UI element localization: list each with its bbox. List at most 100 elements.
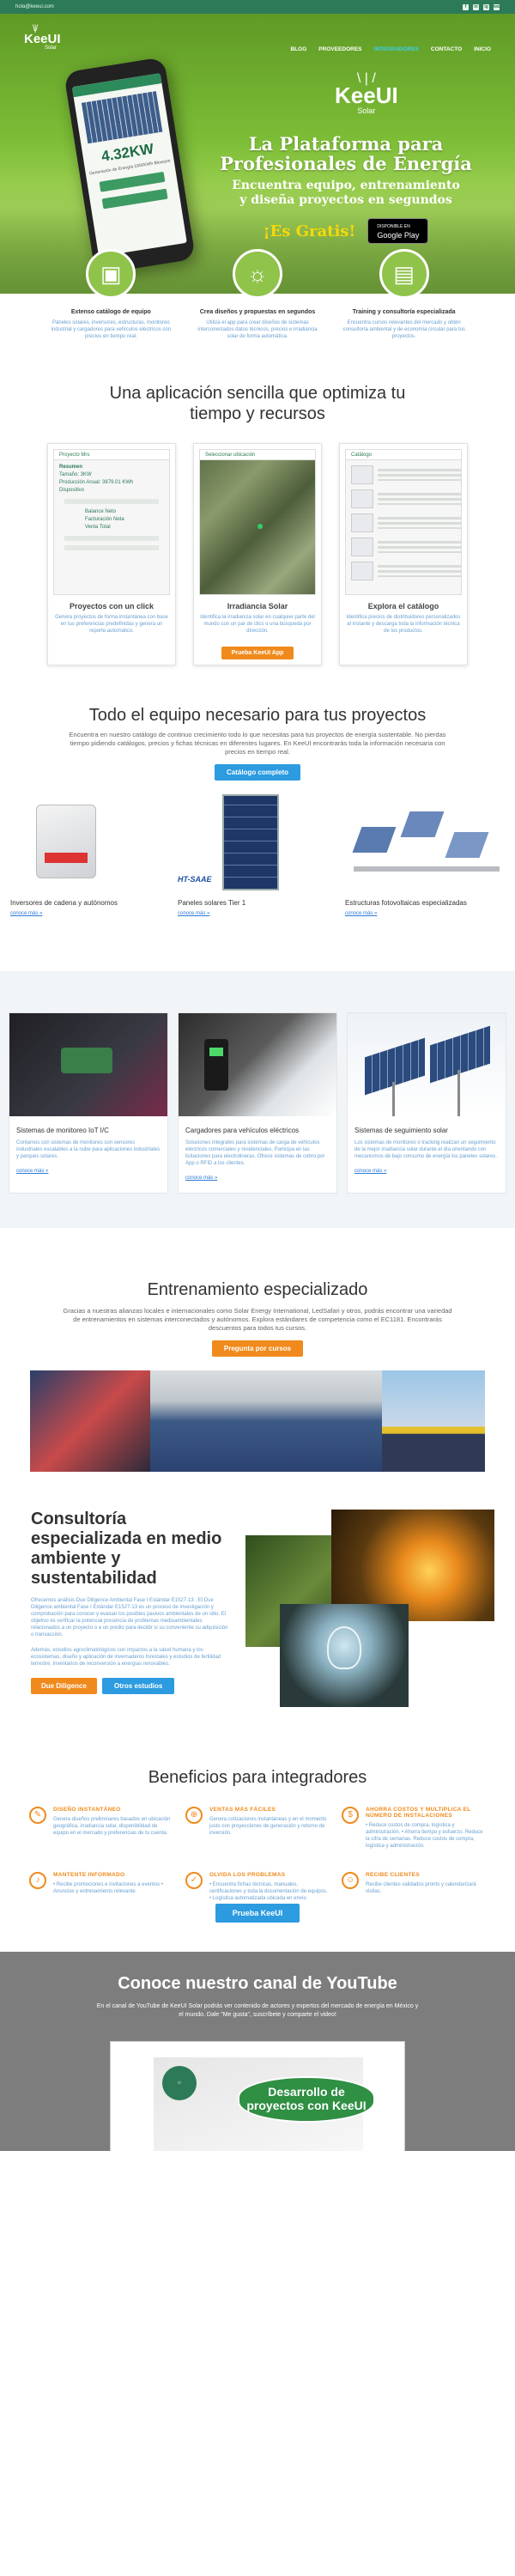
- consulting-title: Consultoría especializada en medio ambie…: [31, 1510, 222, 1588]
- training-photo-2: [150, 1370, 382, 1472]
- feature-text: Utiliza el app para crear diseños de sis…: [197, 320, 318, 339]
- try-app-button[interactable]: Prueba KeeUI App: [221, 647, 294, 659]
- card-title: Sistemas de monitoreo IoT I/C: [16, 1127, 109, 1134]
- main-nav: \|/ KeeUI Solar BLOG PROVEEDORES INTEGRA…: [0, 14, 515, 67]
- benefit-list: ✎ DISEÑO INSTANTÁNEO Genera diseños preli…: [0, 1807, 515, 1902]
- app-card-title: Proyectos con un click: [69, 602, 154, 611]
- logo-sub: Solar: [45, 46, 58, 51]
- youtube-section: Conoce nuestro canal de YouTube En el ca…: [0, 1952, 515, 2151]
- instagram-icon[interactable]: ig: [483, 3, 489, 10]
- equipment-section: Todo el equipo necesario para tus proyec…: [0, 705, 515, 916]
- feature-title: Training y consultoría especializada: [352, 309, 456, 315]
- app-screen-title: Proyecto Mrs: [54, 450, 169, 460]
- hero-title-1: La Plataforma para: [248, 133, 444, 155]
- benefit-text: • Reduce costos de compra, logística y a…: [366, 1823, 483, 1849]
- card-ev-chargers: Cargadores para vehículos eléctricos Sol…: [178, 1012, 337, 1194]
- training-section: Entrenamiento especializado Gracias a nu…: [0, 1279, 515, 1472]
- app-card-title: Explora el catálogo: [367, 602, 439, 611]
- product-more-link[interactable]: conoce más »: [178, 911, 337, 916]
- consulting-paragraph-1: Ofrecemos análisis Due Diligence Ambient…: [31, 1598, 228, 1637]
- product-structures: Estructuras fotovoltaicas especializadas…: [345, 793, 505, 916]
- consulting-text: Consultoría especializada en medio ambie…: [31, 1510, 228, 1716]
- catalog-item: [351, 538, 461, 556]
- social-icons: f in ig wa: [463, 3, 500, 10]
- ask-courses-button[interactable]: Pregunta por cursos: [211, 1340, 304, 1357]
- panel-brand: HT-SAAE: [178, 875, 212, 884]
- training-button-wrap: Pregunta por cursos: [0, 1340, 515, 1357]
- hero-title-2: Profesionales de Energía: [220, 153, 472, 174]
- solutions-section: Sistemas de monitoreo IoT I/C Contamos c…: [0, 971, 515, 1228]
- benefit-title: RECIBE CLIENTES: [366, 1872, 421, 1878]
- card-text: Los sistemas de monitoreo o tracking rea…: [354, 1140, 498, 1159]
- whatsapp-icon[interactable]: wa: [494, 3, 500, 10]
- equipment-title: Todo el equipo necesario para tus proyec…: [88, 706, 427, 725]
- facebook-icon[interactable]: f: [463, 3, 469, 10]
- input-line: [64, 545, 159, 550]
- input-line: [64, 536, 159, 541]
- product-panels: HT-SAAE Paneles solares Tier 1 conoce má…: [178, 793, 337, 916]
- product-lines: [378, 517, 461, 529]
- product-lines: [378, 469, 461, 481]
- card-text: Soluciones integrales para sistemas de c…: [185, 1140, 325, 1166]
- phone-screen: 4.32KW Generación de Energía 1900KWh Blo…: [71, 73, 187, 257]
- row: Dispositivo: [59, 488, 85, 493]
- app-card-text: Genera proyectos de forma instantánea co…: [55, 615, 168, 634]
- try-keeui-button[interactable]: Prueba KeeUI: [215, 1904, 300, 1923]
- menu-blog[interactable]: BLOG: [291, 46, 307, 67]
- benefit-title: VENTAS MÁS FÁCILES: [209, 1807, 276, 1813]
- ev-charger-image: [179, 1013, 336, 1116]
- row: Facturación Neta: [85, 517, 124, 522]
- features: ▣ Extenso catálogo de equipo Páneles sol…: [0, 249, 515, 340]
- product-name: Paneles solares Tier 1: [178, 899, 246, 907]
- product-thumb: [351, 562, 373, 580]
- app-section: Una aplicación sencilla que optimiza tu …: [0, 383, 515, 665]
- card-more-link[interactable]: conoce más »: [354, 1169, 499, 1174]
- menu-inicio[interactable]: INICIO: [474, 46, 491, 67]
- due-diligence-button[interactable]: Due Diligence: [31, 1678, 97, 1694]
- benefit-item: ✎ DISEÑO INSTANTÁNEO Genera diseños preli…: [29, 1807, 173, 1850]
- google-play-label: Google Play: [377, 231, 420, 240]
- bell-icon: ♪: [29, 1872, 46, 1889]
- free-label: ¡Es Gratis!: [263, 222, 356, 240]
- product-lines: [378, 565, 461, 577]
- feature-design: ☼ Crea diseños y propuestas en segundos …: [193, 249, 322, 340]
- youtube-title: Conoce nuestro canal de YouTube: [118, 1974, 397, 1993]
- training-photo-1: [30, 1370, 150, 1472]
- product-thumb: [351, 465, 373, 484]
- catalog-item: [351, 562, 461, 580]
- benefits-button-wrap: Prueba KeeUI: [0, 1904, 515, 1923]
- benefit-item: ♪ MANTENTE INFORMADO • Recibe promociones…: [29, 1872, 173, 1902]
- product-more-link[interactable]: conoce más »: [10, 911, 170, 916]
- product-more-link[interactable]: conoce más »: [345, 911, 505, 916]
- app-card-projects: Proyecto Mrs Resumen Tamaño: 3KW Producc…: [47, 443, 176, 665]
- other-studies-button[interactable]: Otros estudios: [101, 1678, 175, 1694]
- full-catalog-button[interactable]: Catálogo completo: [214, 764, 300, 781]
- linkedin-icon[interactable]: in: [473, 3, 479, 10]
- app-card-text: Identifica precios de distribuidores per…: [346, 615, 461, 634]
- row: Resumen: [59, 465, 83, 470]
- site-logo[interactable]: \|/ KeeUI Solar: [24, 25, 61, 67]
- menu-integradores[interactable]: INTEGRADORES: [374, 46, 419, 67]
- benefit-item: $ AHORRA COSTOS Y MULTIPLICA EL NÚMERO D…: [342, 1807, 486, 1850]
- feature-text: Encuentra cursos relevantes del mercado …: [342, 320, 465, 339]
- menu: BLOG PROVEEDORES INTEGRADORES CONTACTO I…: [291, 26, 491, 67]
- contact-email[interactable]: hola@keeui.com: [15, 4, 54, 9]
- menu-proveedores[interactable]: PROVEEDORES: [318, 46, 361, 67]
- training-text: Gracias a nuestras alianzas locales e in…: [63, 1307, 452, 1332]
- card-more-link[interactable]: conoce más »: [185, 1176, 330, 1181]
- menu-contacto[interactable]: CONTACTO: [431, 46, 462, 67]
- benefit-title: DISEÑO INSTANTÁNEO: [53, 1807, 121, 1813]
- video-logo: ☼: [162, 2066, 197, 2100]
- training-title: Entrenamiento especializado: [147, 1280, 368, 1299]
- phone-solar-panel-image: [81, 91, 163, 144]
- card-more-link[interactable]: conoce más »: [16, 1169, 161, 1174]
- product-inverters: Inversores de cadena y autónomos conoce …: [10, 793, 170, 916]
- card-trackers: Sistemas de seguimiento solar Los sistem…: [347, 1012, 506, 1194]
- google-play-button[interactable]: DISPONIBLE EN Google Play: [367, 218, 429, 244]
- youtube-video[interactable]: ☼ Desarrollo de proyectos con KeeUI: [110, 2041, 405, 2151]
- card-iot: Sistemas de monitoreo IoT I/C Contamos c…: [9, 1012, 168, 1194]
- benefit-item: ⊕ VENTAS MÁS FÁCILES Genera cotizaciones …: [185, 1807, 330, 1850]
- training-photos: [0, 1370, 515, 1472]
- product-name: Inversores de cadena y autónomos: [10, 899, 118, 907]
- app-screen-catalog: Catálogo: [345, 449, 462, 595]
